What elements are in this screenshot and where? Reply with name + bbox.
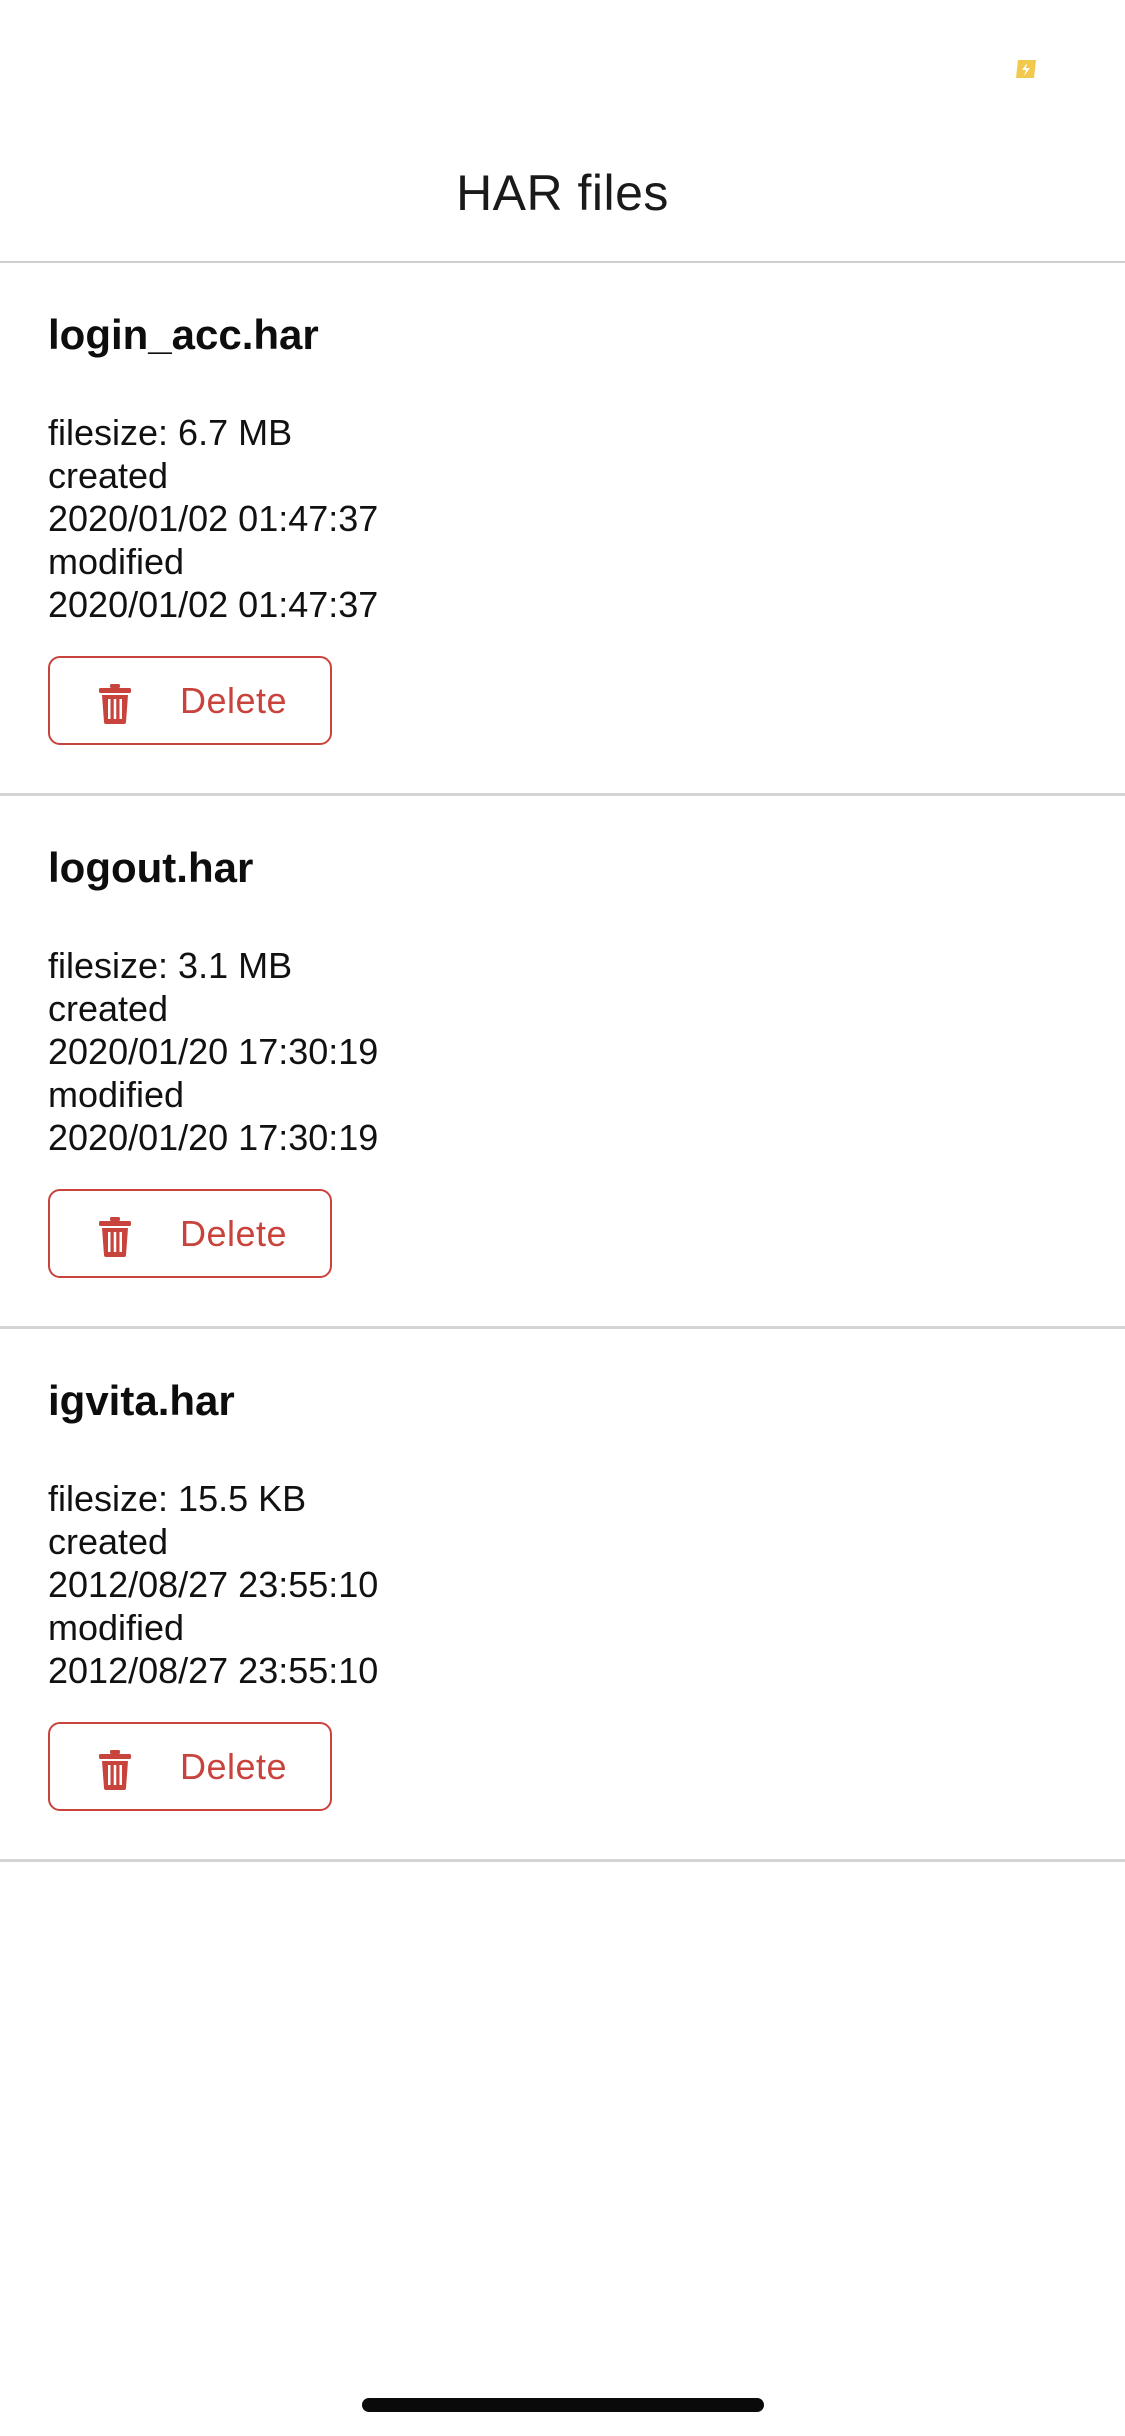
modified-label: modified xyxy=(48,1074,185,1115)
delete-button[interactable]: Delete xyxy=(48,1189,332,1278)
created-timestamp: 2020/01/20 17:30:19 xyxy=(48,1031,379,1072)
created-label: created xyxy=(48,455,169,496)
page-title: HAR files xyxy=(456,165,669,221)
delete-label: Delete xyxy=(180,680,288,721)
file-name: logout.har xyxy=(48,844,254,891)
navigation-bar: HAR files xyxy=(0,132,1125,263)
delete-button[interactable]: Delete xyxy=(48,656,332,745)
delete-button[interactable]: Delete xyxy=(48,1722,332,1811)
status-bar xyxy=(0,0,1125,132)
file-metadata: filesize: 15.5 KB created 2012/08/27 23:… xyxy=(48,1477,378,1692)
trash-icon xyxy=(99,684,131,724)
delete-label: Delete xyxy=(180,1746,288,1787)
delete-label: Delete xyxy=(180,1213,288,1254)
battery-charging-icon xyxy=(1016,60,1036,78)
har-file-list: login_acc.har filesize: 6.7 MB created 2… xyxy=(0,263,1125,1862)
file-card: login_acc.har filesize: 6.7 MB created 2… xyxy=(0,263,1125,796)
modified-timestamp: 2012/08/27 23:55:10 xyxy=(48,1650,379,1691)
modified-label: modified xyxy=(48,1607,185,1648)
file-size: filesize: 6.7 MB xyxy=(48,412,293,453)
created-label: created xyxy=(48,1521,169,1562)
modified-timestamp: 2020/01/02 01:47:37 xyxy=(48,584,379,625)
modified-label: modified xyxy=(48,541,185,582)
file-name: igvita.har xyxy=(48,1377,235,1424)
created-label: created xyxy=(48,988,169,1029)
file-card: igvita.har filesize: 15.5 KB created 201… xyxy=(0,1329,1125,1862)
file-card: logout.har filesize: 3.1 MB created 2020… xyxy=(0,796,1125,1329)
created-timestamp: 2020/01/02 01:47:37 xyxy=(48,498,379,539)
file-size: filesize: 3.1 MB xyxy=(48,945,293,986)
created-timestamp: 2012/08/27 23:55:10 xyxy=(48,1564,379,1605)
modified-timestamp: 2020/01/20 17:30:19 xyxy=(48,1117,379,1158)
file-size: filesize: 15.5 KB xyxy=(48,1478,307,1519)
trash-icon xyxy=(99,1750,131,1790)
file-metadata: filesize: 6.7 MB created 2020/01/02 01:4… xyxy=(48,411,378,626)
file-name: login_acc.har xyxy=(48,311,319,358)
file-metadata: filesize: 3.1 MB created 2020/01/20 17:3… xyxy=(48,944,378,1159)
home-indicator[interactable] xyxy=(362,2398,764,2412)
trash-icon xyxy=(99,1217,131,1257)
